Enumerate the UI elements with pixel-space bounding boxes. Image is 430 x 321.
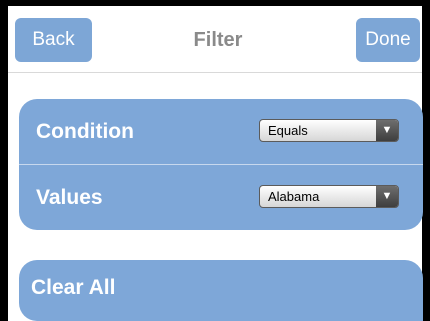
values-select-value: Alabama <box>268 189 320 204</box>
done-button[interactable]: Done <box>356 18 420 62</box>
chevron-down-icon: ▼ <box>376 120 398 141</box>
values-label: Values <box>36 186 103 209</box>
filter-content: Condition Equals ▼ Values Alabama ▼ Clea… <box>8 73 423 321</box>
navigation-bar: Back Filter Done <box>8 6 422 73</box>
condition-row: Condition Equals ▼ <box>19 99 423 164</box>
condition-label: Condition <box>36 120 134 143</box>
screen: Back Filter Done Condition Equals ▼ Valu… <box>0 0 430 321</box>
clear-all-button[interactable]: Clear All <box>19 260 423 321</box>
frame-border-right <box>422 0 430 321</box>
back-button[interactable]: Back <box>15 18 92 62</box>
frame-border-left <box>0 0 8 321</box>
values-select[interactable]: Alabama ▼ <box>259 185 399 208</box>
page-title: Filter <box>193 29 243 51</box>
condition-select[interactable]: Equals ▼ <box>259 119 399 142</box>
chevron-down-icon: ▼ <box>376 186 398 207</box>
values-row: Values Alabama ▼ <box>19 165 423 230</box>
condition-select-value: Equals <box>268 123 308 138</box>
filter-settings-group: Condition Equals ▼ Values Alabama ▼ <box>19 99 423 230</box>
clear-all-label: Clear All <box>31 276 116 299</box>
